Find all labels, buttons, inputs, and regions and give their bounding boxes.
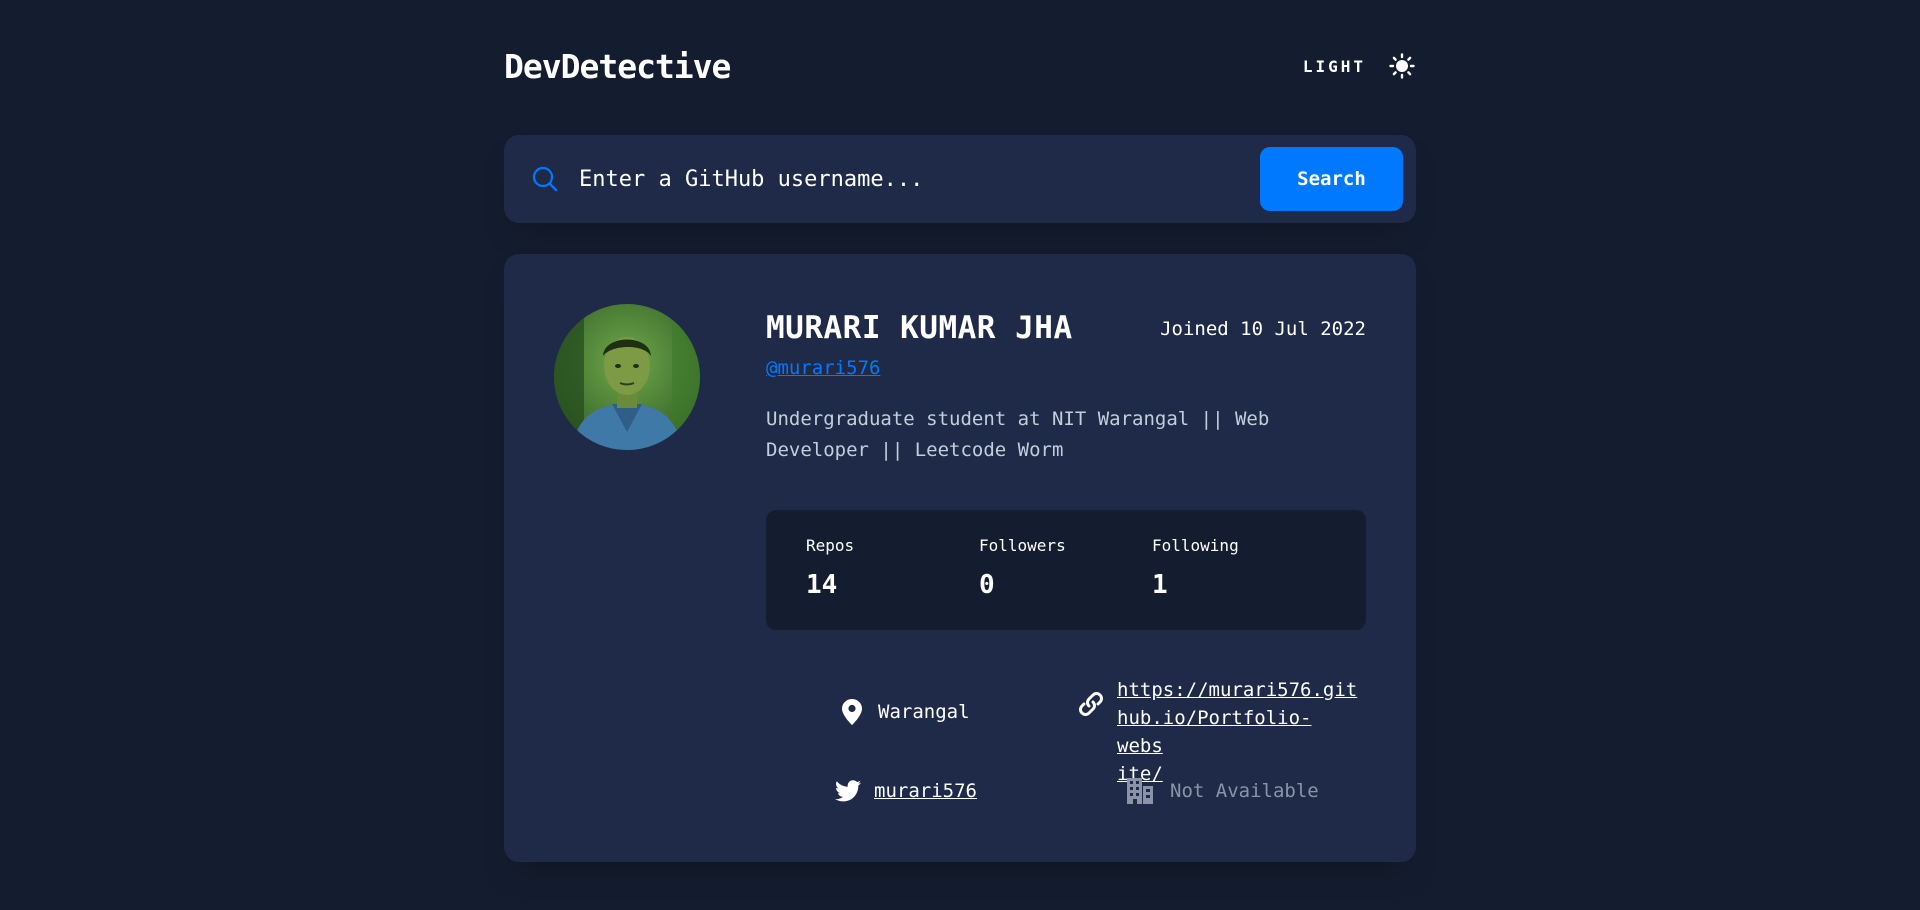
location-icon <box>838 698 866 726</box>
profile-bio: Undergraduate student at NIT Warangal ||… <box>766 408 1270 461</box>
website-link[interactable]: https://murari576.git hub.io/Portfolio-w… <box>1117 676 1357 788</box>
stat-repos-label: Repos <box>806 536 855 555</box>
stat-followers-value: 0 <box>979 570 995 600</box>
sun-icon <box>1388 52 1416 80</box>
search-input[interactable] <box>579 159 1260 199</box>
profile-name: MURARI KUMAR JHA <box>766 310 1073 346</box>
stat-followers-label: Followers <box>979 536 1066 555</box>
company-text: Not Available <box>1170 780 1319 802</box>
profile-username-link[interactable]: @murari576 <box>766 357 880 379</box>
search-button[interactable]: Search <box>1260 147 1403 211</box>
stats-panel: Repos 14 Followers 0 Following 1 <box>766 510 1366 630</box>
search-bar: Search <box>504 135 1416 223</box>
header: DevDetective LIGHT <box>504 46 1416 86</box>
link-icon <box>1077 690 1105 718</box>
stat-repos-value: 14 <box>806 570 838 600</box>
location-text: Warangal <box>878 701 970 723</box>
location-item: Warangal <box>838 698 970 726</box>
stat-following-label: Following <box>1152 536 1239 555</box>
theme-toggle-label: LIGHT <box>1302 56 1366 76</box>
twitter-link[interactable]: murari576 <box>874 780 977 802</box>
twitter-item: murari576 <box>834 777 977 805</box>
website-line-1: https://murari576.git <box>1117 679 1358 701</box>
avatar <box>554 304 700 450</box>
company-icon <box>1126 777 1154 805</box>
joined-date: Joined 10 Jul 2022 <box>1160 318 1366 340</box>
stat-following-value: 1 <box>1152 570 1168 600</box>
profile-card: MURARI KUMAR JHA Joined 10 Jul 2022 @mur… <box>504 254 1416 862</box>
app-logo: DevDetective <box>504 46 731 86</box>
twitter-icon <box>834 777 862 805</box>
theme-toggle[interactable]: LIGHT <box>1303 52 1416 80</box>
website-item: https://murari576.git hub.io/Portfolio-w… <box>1077 676 1357 788</box>
website-line-2: hub.io/Portfolio-webs <box>1117 707 1312 757</box>
company-item: Not Available <box>1126 777 1319 805</box>
search-icon <box>532 166 558 192</box>
